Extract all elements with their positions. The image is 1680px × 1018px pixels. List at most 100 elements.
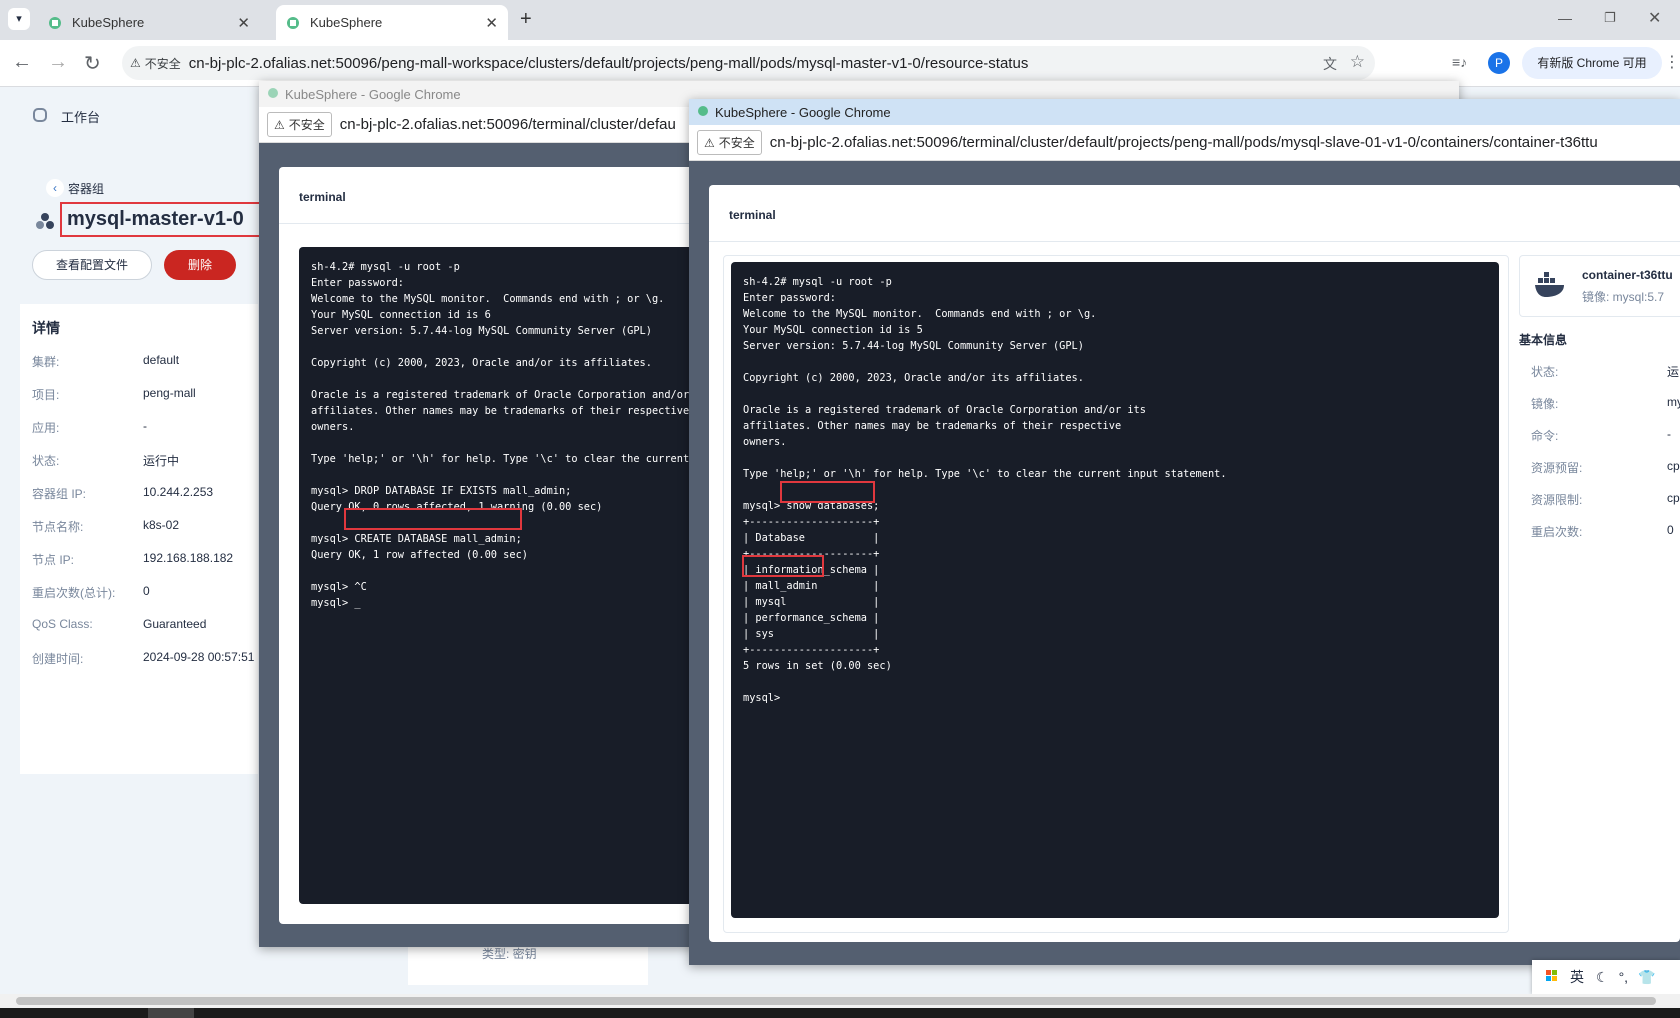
kubesphere-favicon-icon (697, 105, 709, 120)
create-database-highlight (344, 508, 522, 530)
container-card: container-t36ttu 镜像: mysql:5.7 (1519, 255, 1680, 317)
pod-name-highlight (60, 202, 269, 237)
warning-triangle-icon: ⚠ (274, 117, 285, 132)
skin-icon: 👕 (1638, 968, 1656, 985)
detail-value: 2024-09-28 00:57:51 (143, 650, 255, 664)
detail-key: 节点名称: (32, 520, 84, 534)
security-label: 不安全 (718, 136, 755, 150)
basic-info-value: cp (1667, 491, 1680, 505)
panel-divider (279, 223, 699, 224)
close-tab-icon[interactable]: ✕ (237, 14, 250, 32)
detail-key: 项目: (32, 388, 60, 402)
detail-key: 集群: (32, 355, 60, 369)
detail-value: 192.168.188.182 (143, 551, 234, 565)
back-chevron-icon[interactable]: ‹ (46, 179, 64, 197)
detail-value: - (143, 419, 147, 433)
mall-admin-highlight (742, 555, 824, 577)
chrome-update-button[interactable]: 有新版 Chrome 可用 (1522, 47, 1662, 79)
horizontal-scrollbar[interactable] (0, 994, 1680, 1008)
detail-value: k8s-02 (143, 518, 180, 532)
security-chip[interactable]: ⚠ 不安全 (267, 112, 332, 137)
browser-tab-strip: ▾ KubeSphere ✕ KubeSphere ✕ + — ❐ ✕ (0, 0, 1680, 40)
kubesphere-favicon-icon (48, 16, 62, 30)
tab-search-button[interactable]: ▾ (8, 8, 30, 30)
warning-triangle-icon: ⚠ (130, 56, 141, 70)
terminal-output: sh-4.2# mysql -u root -p Enter password:… (311, 261, 699, 609)
basic-info-key: 命令: (1531, 429, 1559, 443)
back-to-pods-link[interactable]: 容器组 (68, 180, 104, 197)
detail-key: QoS Class: (32, 617, 93, 631)
back-arrow-icon[interactable]: ← (12, 51, 32, 74)
basic-info-key: 镜像: (1531, 397, 1559, 411)
detail-value: default (143, 353, 180, 367)
media-controls-icon[interactable]: ≡♪ (1452, 54, 1467, 70)
close-tab-icon[interactable]: ✕ (485, 14, 498, 32)
window-address-bar: ⚠ 不安全 cn-bj-plc-2.ofalias.net:50096/termi… (689, 125, 1680, 161)
punctuation-icon: °, (1618, 969, 1629, 985)
kubesphere-favicon-icon (286, 16, 300, 30)
detail-key: 容器组 IP: (32, 487, 87, 501)
details-title: 详情 (32, 320, 60, 336)
new-tab-button[interactable]: + (520, 8, 532, 31)
security-chip[interactable]: ⚠ 不安全 (697, 130, 762, 155)
terminal-window-slave: KubeSphere - Google Chrome ⚠ 不安全 cn-bj-pl… (689, 99, 1680, 965)
taskbar-active-item[interactable] (148, 1008, 194, 1018)
terminal-panel: terminal sh-4.2# mysql -u root -p Enter … (279, 167, 699, 924)
terminal-header: terminal (299, 190, 346, 204)
detail-key: 节点 IP: (32, 553, 75, 567)
translate-icon[interactable]: 文 (1323, 54, 1337, 74)
taskbar (0, 1008, 1680, 1018)
basic-info-value: cp (1667, 459, 1680, 473)
basic-info-key: 资源限制: (1531, 493, 1583, 507)
view-config-button[interactable]: 查看配置文件 (32, 250, 152, 280)
moon-icon: ☾ (1596, 968, 1609, 985)
workbench-link[interactable]: 工作台 (61, 107, 100, 126)
basic-info-title: 基本信息 (1519, 333, 1568, 347)
show-databases-highlight (780, 481, 875, 503)
restore-window-icon[interactable]: ❐ (1604, 10, 1616, 26)
security-label: 不安全 (288, 118, 325, 132)
window-url: cn-bj-plc-2.ofalias.net:50096/terminal/c… (339, 116, 676, 133)
browser-tab-2[interactable]: KubeSphere ✕ (276, 5, 508, 40)
basic-info-key: 资源预留: (1531, 461, 1583, 475)
detail-value: Guaranteed (143, 617, 207, 631)
scrollbar-thumb[interactable] (16, 997, 1656, 1005)
browser-tab-title: KubeSphere (72, 15, 145, 30)
terminal-screen[interactable]: sh-4.2# mysql -u root -p Enter password:… (731, 262, 1499, 918)
basic-info-key: 状态: (1531, 365, 1559, 379)
url-text: cn-bj-plc-2.ofalias.net:50096/peng-mall-… (188, 54, 1029, 72)
reload-icon[interactable]: ↻ (84, 51, 101, 76)
pod-summary-card: ‹ 容器组 mysql-master-v1-0 查看配置文件 删除 (20, 174, 269, 304)
kubesphere-favicon-icon (267, 87, 279, 102)
detail-value: 运行中 (143, 454, 180, 468)
warning-triangle-icon: ⚠ (704, 135, 715, 150)
basic-info-value: my (1667, 395, 1680, 409)
profile-avatar[interactable]: P (1488, 52, 1510, 74)
close-window-icon[interactable]: ✕ (1648, 8, 1661, 28)
browser-tab-title: KubeSphere (310, 15, 383, 30)
browser-menu-icon[interactable]: ⋮ (1664, 52, 1680, 72)
browser-tab-1[interactable]: KubeSphere ✕ (38, 5, 260, 40)
window-url: cn-bj-plc-2.ofalias.net:50096/terminal/c… (769, 134, 1598, 151)
terminal-screen[interactable]: sh-4.2# mysql -u root -p Enter password:… (299, 247, 699, 904)
container-name[interactable]: container-t36ttu (1582, 268, 1673, 282)
minimize-window-icon[interactable]: — (1558, 10, 1572, 26)
window-title: KubeSphere - Google Chrome (285, 86, 461, 102)
security-chip[interactable]: ⚠ 不安全 (130, 55, 189, 72)
ime-toolbar[interactable]: 英 ☾ °, 👕 (1532, 960, 1680, 994)
forward-arrow-icon[interactable]: → (48, 51, 68, 74)
basic-info-value: 0 (1667, 523, 1674, 537)
address-bar[interactable]: ⚠ 不安全 cn-bj-plc-2.ofalias.net:50096/peng… (122, 46, 1375, 80)
delete-button[interactable]: 删除 (164, 250, 236, 280)
terminal-header: terminal (729, 208, 776, 222)
terminal-panel: terminal sh-4.2# mysql -u root -p Enter … (709, 185, 1680, 942)
bookmark-star-icon[interactable]: ☆ (1350, 52, 1365, 72)
docker-icon (1534, 272, 1568, 301)
details-card: 详情 集群: default 项目: peng-mall 应用: - 状态: 运行中 容器组 I… (20, 304, 258, 774)
detail-key: 创建时间: (32, 652, 84, 666)
basic-info-value: 运 (1667, 365, 1680, 379)
workbench-icon (33, 108, 47, 122)
detail-value: 10.244.2.253 (143, 485, 214, 499)
window-title: KubeSphere - Google Chrome (715, 104, 891, 120)
window-title-bar: KubeSphere - Google Chrome (689, 99, 1680, 125)
